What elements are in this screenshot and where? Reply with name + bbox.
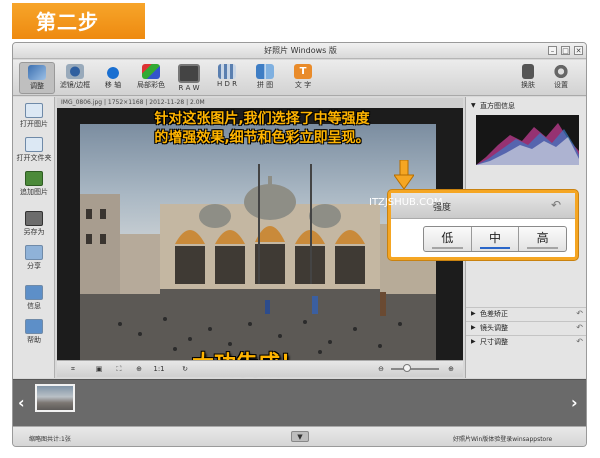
info-icon	[25, 285, 43, 300]
open-image-icon	[25, 103, 43, 118]
reset-arrow-icon[interactable]: ↶	[576, 336, 583, 348]
cathedral-illustration	[80, 164, 436, 362]
zoom-in-icon[interactable]: ⊕	[445, 363, 457, 375]
expand-triangle-icon: ▶	[471, 310, 476, 317]
annotation-caption: 针对这张图片,我们选择了中等强度 的增强效果,细节和色彩立即呈现。	[117, 110, 407, 148]
zoom-slider[interactable]	[391, 368, 439, 370]
caption-line-1: 针对这张图片,我们选择了中等强度	[154, 111, 370, 127]
strength-option-low[interactable]: 低	[424, 227, 472, 251]
close-button[interactable]: ✕	[574, 46, 583, 55]
save-as-icon	[25, 211, 43, 226]
rotate-icon[interactable]: ↻	[179, 363, 191, 375]
share-icon	[25, 245, 43, 260]
settings-button[interactable]: 设置	[543, 62, 579, 94]
strength-option-high[interactable]: 高	[519, 227, 566, 251]
tool-adjust[interactable]: 调整	[19, 62, 55, 94]
crop-icon[interactable]: ⌗	[67, 363, 79, 375]
panel-section-color-aberration[interactable]: ▶ 色差矫正 ↶	[466, 307, 586, 320]
open-folder-icon	[25, 137, 43, 152]
maximize-button[interactable]: □	[561, 46, 570, 55]
sidebar-item-share[interactable]: 分享	[15, 243, 53, 277]
sidebar-item-help[interactable]: 帮助	[15, 317, 53, 351]
next-arrow-icon[interactable]: ›	[571, 393, 578, 412]
canvas-toolbar: ⌗ ▣ ⛶ ⊕ 1:1 ↻ ⊖ ⊕	[57, 360, 463, 377]
down-arrow-pointer-icon	[394, 160, 414, 190]
adjust-icon	[28, 65, 46, 80]
raw-icon	[178, 64, 200, 83]
collage-icon	[256, 64, 274, 79]
tool-partial-color[interactable]: 局部彩色	[133, 62, 169, 94]
status-bar: 缩略图共计:1张 ▼ 好照片Win版体验登录winsappstore	[13, 426, 586, 446]
tool-hdr[interactable]: H D R	[209, 62, 245, 94]
back-arrow-icon[interactable]: ↶	[551, 198, 561, 212]
histogram-chart	[476, 115, 579, 165]
add-image-icon	[25, 171, 43, 186]
panel-section-size[interactable]: ▶ 尺寸调整 ↶	[466, 335, 586, 348]
zoom-out-icon[interactable]: ⊖	[375, 363, 387, 375]
tool-filter[interactable]: 滤镜/边框	[57, 62, 93, 94]
reset-arrow-icon[interactable]: ↶	[576, 308, 583, 320]
tool-collage[interactable]: 拼 图	[247, 62, 283, 94]
left-sidebar: 打开图片 打开文件夹 追加图片 另存为 分享 信息 帮助	[13, 97, 55, 378]
tool-raw[interactable]: R A W	[171, 62, 207, 94]
expand-strip-button[interactable]: ▼	[291, 431, 309, 442]
title-bar: 好照片 Windows 版	[13, 43, 586, 59]
ratio-button[interactable]: 1:1	[153, 363, 165, 375]
sidebar-item-save-as[interactable]: 另存为	[15, 209, 53, 243]
watermark-text: ITZJSHUB.COM	[369, 197, 443, 208]
text-icon: T	[294, 64, 312, 79]
compare-icon[interactable]: ▣	[93, 363, 105, 375]
step-banner: 第二步	[12, 3, 145, 39]
gear-icon	[552, 64, 570, 79]
minimize-button[interactable]: –	[548, 46, 557, 55]
collapse-triangle-icon: ▼	[471, 102, 476, 109]
hdr-icon	[218, 64, 236, 79]
filter-icon	[66, 64, 84, 79]
histogram-graph	[476, 123, 579, 165]
main-toolbar: 调整 滤镜/边框 移 轴 局部彩色 R A W H D R 拼 图 T 文 字	[13, 60, 586, 96]
reset-arrow-icon[interactable]: ↶	[576, 322, 583, 334]
expand-triangle-icon: ▶	[471, 324, 476, 331]
skin-button[interactable]: 换肤	[510, 62, 546, 94]
tool-text[interactable]: T 文 字	[285, 62, 321, 94]
shirt-icon	[522, 64, 534, 79]
thumbnail-item[interactable]	[35, 384, 75, 412]
sidebar-item-open-folder[interactable]: 打开文件夹	[15, 135, 53, 169]
popup-title: 强度	[433, 203, 452, 213]
sidebar-item-open-image[interactable]: 打开图片	[15, 101, 53, 135]
partial-color-icon	[142, 64, 160, 79]
strength-popup: ITZJSHUB.COM 强度 ↶ 低 中 高	[369, 190, 578, 260]
zoom-slider-handle[interactable]	[403, 364, 411, 372]
status-right-text: 好照片Win版体验登录winsappstore	[453, 436, 553, 443]
sidebar-item-add-image[interactable]: 追加图片	[15, 169, 53, 203]
strength-segmented-control: 低 中 高	[423, 226, 567, 252]
expand-triangle-icon: ▶	[471, 338, 476, 345]
tilt-shift-icon	[104, 64, 122, 79]
tool-tilt-shift[interactable]: 移 轴	[95, 62, 131, 94]
prev-arrow-icon[interactable]: ‹	[18, 393, 25, 412]
fit-screen-icon[interactable]: ⛶	[113, 363, 125, 375]
sidebar-item-info[interactable]: 信息	[15, 283, 53, 317]
image-info-bar: IMG_0806.jpg | 1752×1168 | 2012-11-28 | …	[57, 98, 463, 108]
help-icon	[25, 319, 43, 334]
panel-section-lens[interactable]: ▶ 镜头调整 ↶	[466, 321, 586, 334]
photo-preview	[80, 124, 436, 362]
window-title: 好照片 Windows 版	[264, 46, 337, 55]
caption-line-2: 的增强效果,细节和色彩立即呈现。	[154, 130, 370, 146]
histogram-header[interactable]: ▼ 直方图信息	[466, 100, 586, 112]
thumbnail-count: 缩略图共计:1张	[29, 436, 71, 443]
strength-option-medium[interactable]: 中	[472, 227, 520, 251]
popup-header: ITZJSHUB.COM 强度 ↶	[369, 193, 575, 219]
zoom-actual-icon[interactable]: ⊕	[133, 363, 145, 375]
thumbnail-strip	[13, 379, 586, 426]
